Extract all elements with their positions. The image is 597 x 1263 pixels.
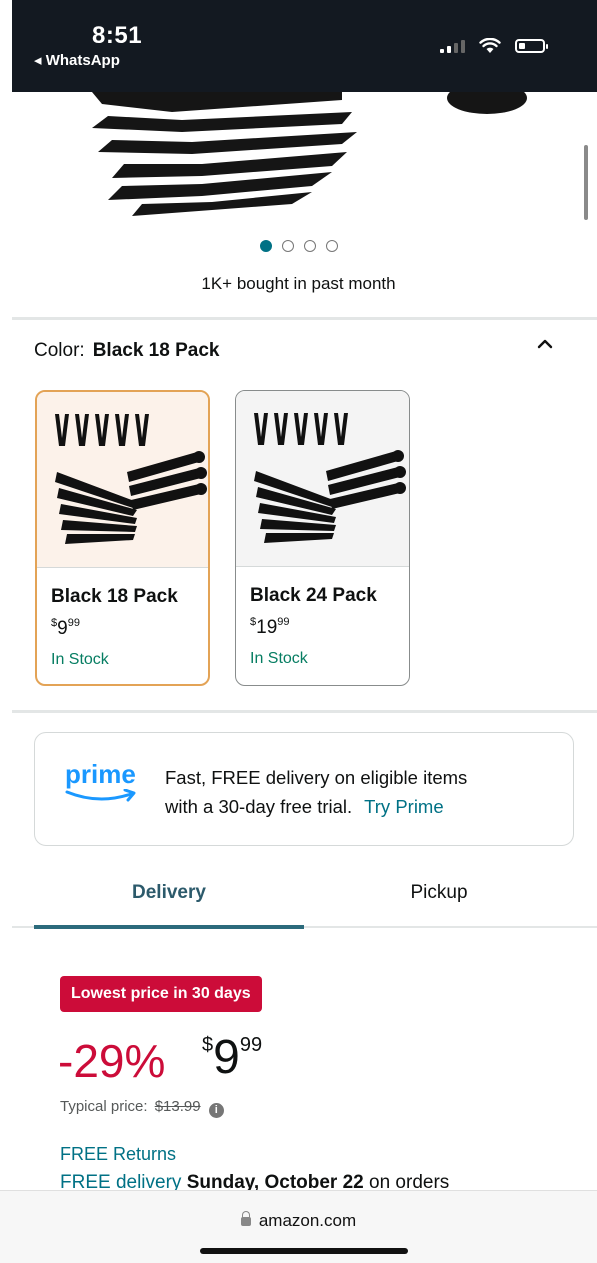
discount-percent: -29% <box>58 1035 166 1087</box>
selected-color: Black 18 Pack <box>92 340 220 361</box>
status-icons <box>440 38 548 54</box>
info-icon[interactable]: i <box>208 1103 224 1118</box>
color-selector-header[interactable]: Color: Black 18 Pack <box>34 340 219 362</box>
pagination-dot-4[interactable] <box>325 240 338 252</box>
color-label: Color: <box>34 340 85 361</box>
chevron-up-icon[interactable] <box>537 336 553 352</box>
status-bar: 8:51 ◂ WhatsApp <box>12 0 597 92</box>
swatch-price: $1999 <box>250 616 290 638</box>
divider <box>12 317 597 320</box>
image-pagination[interactable] <box>0 240 597 252</box>
pagination-dot-1[interactable] <box>259 240 272 252</box>
pagination-dot-2[interactable] <box>281 240 294 252</box>
pagination-dot-3[interactable] <box>303 240 316 252</box>
lowest-price-badge: Lowest price in 30 days <box>60 976 262 1012</box>
status-time: 8:51 <box>92 22 143 49</box>
tab-delivery[interactable]: Delivery <box>34 882 304 904</box>
swatch-name: Black 24 Pack <box>250 585 377 606</box>
typical-price-value: $13.99 <box>154 1098 201 1115</box>
cellular-signal-icon <box>440 39 465 53</box>
swatch-stock: In Stock <box>51 651 109 668</box>
price: $999 <box>202 1031 263 1084</box>
product-image[interactable] <box>12 92 597 232</box>
prime-smile-icon <box>65 789 136 802</box>
home-indicator[interactable] <box>200 1248 408 1254</box>
tab-pickup[interactable]: Pickup <box>304 882 574 904</box>
typical-price: Typical price: $13.99 i <box>60 1098 224 1118</box>
wifi-icon <box>479 38 501 53</box>
swatch-image <box>37 392 208 568</box>
color-option-black-18-pack[interactable]: Black 18 Pack $999 In Stock <box>35 390 210 686</box>
prime-upsell-card[interactable]: prime Fast, FREE delivery on eligible it… <box>34 732 574 846</box>
prime-message: Fast, FREE delivery on eligible items wi… <box>165 767 468 817</box>
color-option-black-24-pack[interactable]: Black 24 Pack $1999 In Stock <box>235 390 410 686</box>
divider <box>12 710 597 713</box>
swatch-price: $999 <box>51 617 80 639</box>
battery-icon <box>515 39 548 53</box>
swatch-image <box>236 391 409 567</box>
swatch-name: Black 18 Pack <box>51 586 178 607</box>
free-returns-link[interactable]: FREE Returns <box>60 1144 176 1165</box>
lock-icon <box>240 1211 251 1226</box>
bought-count: 1K+ bought in past month <box>201 274 396 293</box>
scroll-indicator <box>584 145 588 220</box>
fork-bundle-image <box>92 92 527 216</box>
swatch-stock: In Stock <box>250 650 308 667</box>
prime-logo: prime <box>65 759 136 802</box>
try-prime-link[interactable]: Try Prime <box>364 796 443 817</box>
back-to-app-link[interactable]: ◂ WhatsApp <box>34 51 120 69</box>
active-tab-indicator <box>34 925 304 929</box>
url-display[interactable]: amazon.com <box>0 1211 597 1231</box>
